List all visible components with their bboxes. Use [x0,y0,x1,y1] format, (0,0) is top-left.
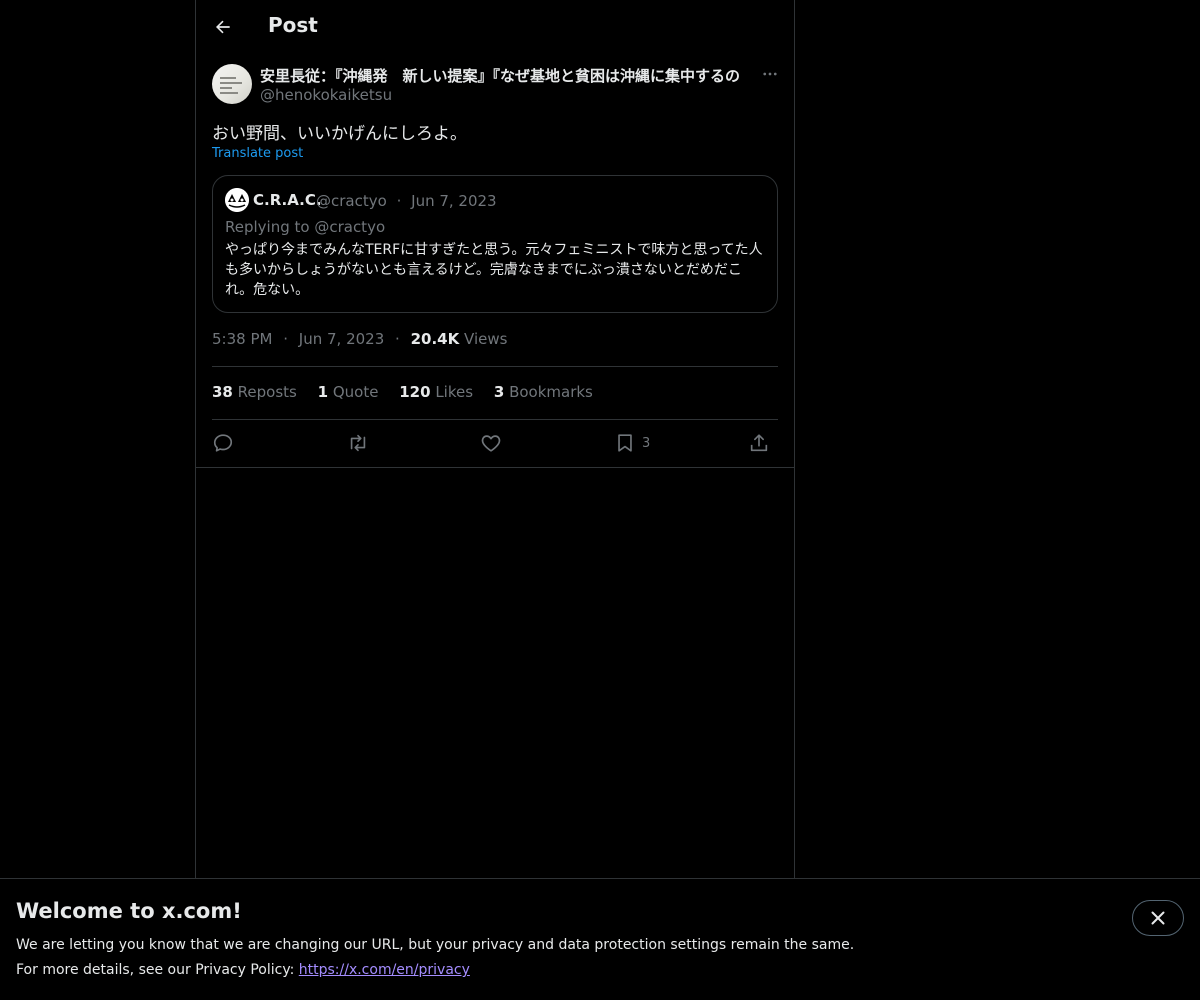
quote-replying-to: Replying to @cractyo [225,218,386,236]
repost-icon [350,434,366,452]
post-actions: 3 [212,428,778,458]
quotes-label: Quote [332,383,379,401]
author-name[interactable]: 安里長従：『沖縄発 新しい提案』『なぜ基地と貧困は沖縄に集中するの [260,65,752,86]
main-column: Post 安里長従：『沖縄発 新しい提案』『なぜ基地と貧困は沖縄に集中するの @… [195,0,795,1000]
more-options-button[interactable] [758,64,782,84]
likes-label: Likes [435,383,474,401]
divider [212,366,778,367]
share-icon [750,434,768,452]
reply-button[interactable] [212,428,234,458]
post-stats: 38 Reposts 1 Quote 120 Likes 3 Bookmarks [212,383,609,401]
bookmark-icon [618,434,632,452]
bookmark-button[interactable]: 3 [614,428,650,458]
privacy-policy-link[interactable]: https://x.com/en/privacy [299,962,470,978]
bookmarks-stat[interactable]: 3 Bookmarks [494,383,593,401]
more-icon [763,72,777,76]
close-icon [1151,911,1165,925]
author-handle[interactable]: @henokokaiketsu [260,86,392,104]
page-header: Post [196,0,794,54]
quotes-count: 1 [317,383,329,401]
post-author: 安里長従：『沖縄発 新しい提案』『なぜ基地と貧困は沖縄に集中するの @henok… [212,64,778,106]
bookmark-count: 3 [642,435,651,451]
banner-close-button[interactable] [1132,900,1184,936]
views-count: 20.4K [410,330,460,348]
post-time[interactable]: 5:38 PM [212,330,272,348]
quote-author-name: C.R.A.C. [253,191,322,209]
reposts-count: 38 [212,383,233,401]
divider [196,467,794,468]
like-button[interactable] [480,428,502,458]
repost-button[interactable] [346,428,370,458]
bookmarks-count: 3 [493,383,505,401]
quoted-post[interactable]: C.R.A.C. @cractyo · Jun 7, 2023 Replying… [212,175,778,313]
quote-text: やっぱり今までみんなTERFに甘すぎたと思う。元々フェミニストで味方と思ってた人… [225,242,763,298]
quote-separator: · [396,192,402,210]
meta-separator: · [283,330,289,348]
banner-privacy-prefix: For more details, see our Privacy Policy… [16,962,299,978]
avatar[interactable] [212,64,252,104]
post-text: おい野間、いいかげんにしろよ。 [212,124,467,144]
quote-date: Jun 7, 2023 [411,192,497,210]
welcome-banner: Welcome to x.com! We are letting you kno… [0,878,1200,1000]
banner-title: Welcome to x.com! [16,899,242,923]
quote-author-handle: @cractyo [316,192,387,210]
reposts-stat[interactable]: 38 Reposts [212,383,297,401]
bookmarks-label: Bookmarks [509,383,593,401]
post-date[interactable]: Jun 7, 2023 [299,330,384,348]
like-icon [481,435,501,452]
likes-stat[interactable]: 120 Likes [399,383,473,401]
back-button[interactable] [206,10,240,44]
reposts-label: Reposts [237,383,297,401]
meta-separator: · [395,330,400,348]
post-meta: 5:38 PM · Jun 7, 2023 · 20.4K Views [212,330,507,348]
share-button[interactable] [748,428,770,458]
banner-message: We are letting you know that we are chan… [16,937,855,953]
reply-icon [213,434,233,452]
divider [212,419,778,420]
quote-avatar [225,188,249,212]
banner-privacy-line: For more details, see our Privacy Policy… [16,962,470,978]
quote-meta: @cractyo · Jun 7, 2023 [316,192,497,210]
page-title: Post [268,13,318,37]
quotes-stat[interactable]: 1 Quote [318,383,379,401]
likes-count: 120 [399,383,431,401]
arrow-left-icon [216,20,230,34]
translate-post-link[interactable]: Translate post [212,146,303,161]
views-label: Views [464,330,508,348]
